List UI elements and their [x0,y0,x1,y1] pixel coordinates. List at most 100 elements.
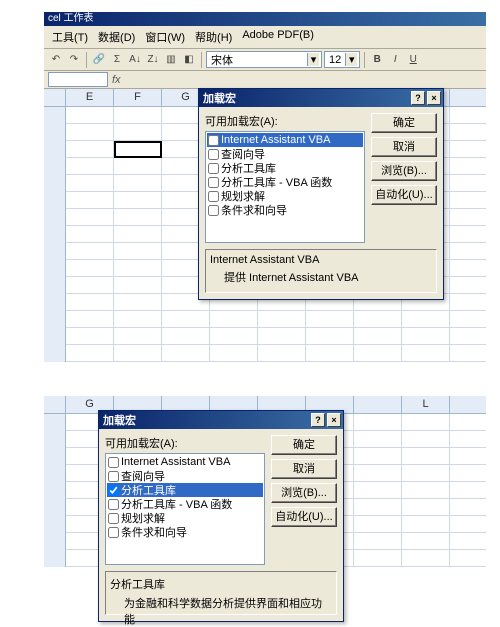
cancel-button[interactable]: 取消 [271,459,337,479]
row-header[interactable] [44,516,66,533]
menu-tools[interactable]: 工具(T) [48,28,92,46]
menu-window[interactable]: 窗口(W) [141,28,189,46]
cancel-button[interactable]: 取消 [371,137,437,157]
cell[interactable] [66,311,114,327]
cell[interactable] [114,260,162,276]
cell[interactable] [66,141,114,157]
cell[interactable] [66,345,114,361]
cell[interactable] [114,158,162,174]
select-all-corner[interactable] [44,89,66,106]
cell[interactable] [114,311,162,327]
row-header[interactable] [44,260,66,277]
ok-button[interactable]: 确定 [271,435,337,455]
underline-button[interactable]: U [405,52,421,68]
cell[interactable] [354,516,402,532]
row-header[interactable] [44,431,66,448]
cell[interactable] [354,414,402,430]
row-header[interactable] [44,175,66,192]
autosum-icon[interactable]: Σ [109,52,125,68]
cell[interactable] [354,499,402,515]
cell[interactable] [66,192,114,208]
table-row[interactable] [44,345,486,362]
row-header[interactable] [44,414,66,431]
row-header[interactable] [44,124,66,141]
addins-listbox[interactable]: Internet Assistant VBA查阅向导分析工具库分析工具库 - V… [105,453,265,565]
cell[interactable] [354,465,402,481]
cell[interactable] [402,448,450,464]
row-header[interactable] [44,499,66,516]
cell[interactable] [402,533,450,549]
cell[interactable] [354,533,402,549]
cell[interactable] [114,226,162,242]
row-header[interactable] [44,226,66,243]
addin-checkbox[interactable] [108,457,119,468]
list-item[interactable]: 条件求和向导 [107,525,263,539]
list-item[interactable]: 分析工具库 [207,161,363,175]
row-header[interactable] [44,209,66,226]
select-all-corner[interactable] [44,396,66,413]
cell[interactable] [402,414,450,430]
object-icon[interactable]: ◧ [181,52,197,68]
close-button[interactable]: × [427,91,441,105]
cell[interactable] [114,345,162,361]
cell[interactable] [66,209,114,225]
cell[interactable] [114,294,162,310]
browse-button[interactable]: 浏览(B)... [271,483,337,503]
cell[interactable] [306,345,354,361]
italic-button[interactable]: I [387,52,403,68]
automation-button[interactable]: 自动化(U)... [271,507,337,527]
addins-listbox[interactable]: Internet Assistant VBA查阅向导分析工具库分析工具库 - V… [205,131,365,243]
row-header[interactable] [44,465,66,482]
sort-asc-icon[interactable]: A↓ [127,52,143,68]
cell[interactable] [210,328,258,344]
addin-checkbox[interactable] [108,485,119,496]
cell[interactable] [66,124,114,140]
cell[interactable] [402,550,450,566]
addin-checkbox[interactable] [108,499,119,510]
list-item[interactable]: 分析工具库 - VBA 函数 [107,497,263,511]
cell[interactable] [402,328,450,344]
row-header[interactable] [44,311,66,328]
dialog-title-bar[interactable]: 加载宏 ? × [199,89,443,107]
column-header[interactable]: E [66,89,114,106]
cell[interactable] [354,448,402,464]
sort-desc-icon[interactable]: Z↓ [145,52,161,68]
row-header[interactable] [44,141,66,158]
cell[interactable] [402,465,450,481]
cell[interactable] [402,516,450,532]
cell[interactable] [114,175,162,191]
list-item[interactable]: 查阅向导 [207,147,363,161]
addin-checkbox[interactable] [208,205,219,216]
cell[interactable] [354,431,402,447]
cell[interactable] [402,431,450,447]
cell[interactable] [66,260,114,276]
cell[interactable] [210,311,258,327]
table-row[interactable] [44,311,486,328]
addin-checkbox[interactable] [108,471,119,482]
chevron-down-icon[interactable]: ▾ [307,53,319,66]
cell[interactable] [258,311,306,327]
cell[interactable] [114,277,162,293]
cell[interactable] [114,124,162,140]
dialog-title-bar[interactable]: 加载宏 ? × [99,411,343,429]
browse-button[interactable]: 浏览(B)... [371,161,437,181]
row-header[interactable] [44,294,66,311]
list-item[interactable]: 分析工具库 [107,483,263,497]
cell[interactable] [114,192,162,208]
cell[interactable] [258,345,306,361]
addin-checkbox[interactable] [208,149,219,160]
hyperlink-icon[interactable]: 🔗 [91,52,107,68]
cell[interactable] [114,209,162,225]
list-item[interactable]: 分析工具库 - VBA 函数 [207,175,363,189]
column-header[interactable]: L [402,396,450,413]
name-box[interactable] [48,72,108,87]
menu-adobe-pdf[interactable]: Adobe PDF(B) [238,28,318,46]
cell[interactable] [162,345,210,361]
column-header[interactable]: F [114,89,162,106]
menu-data[interactable]: 数据(D) [94,28,139,46]
cell[interactable] [66,226,114,242]
row-header[interactable] [44,550,66,567]
cell[interactable] [258,328,306,344]
row-header[interactable] [44,243,66,260]
list-item[interactable]: 规划求解 [107,511,263,525]
